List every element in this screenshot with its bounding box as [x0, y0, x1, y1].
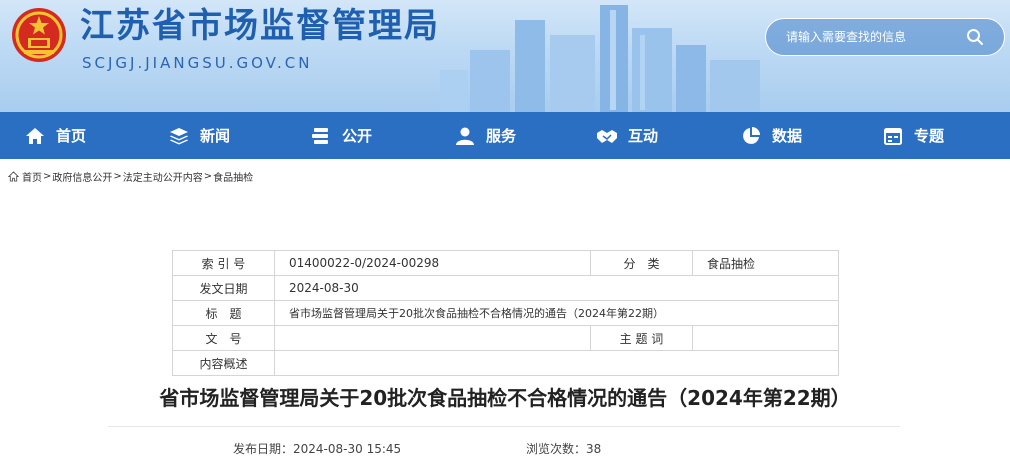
- breadcrumb: 首页 > 政府信息公开 > 法定主动公开内容 > 食品抽检: [8, 168, 253, 184]
- table-row: 标 题 省市场监督管理局关于20批次食品抽检不合格情况的通告（2024年第22期…: [172, 300, 839, 326]
- document-info-table: 索 引 号 01400022-0/2024-00298 分 类 食品抽检 发文日…: [172, 250, 839, 376]
- nav-item-label: 首页: [56, 127, 87, 145]
- summary-value: [274, 350, 839, 376]
- home-icon: [8, 170, 19, 182]
- pie-chart-icon: [743, 126, 760, 144]
- nav-item-label: 专题: [914, 127, 945, 145]
- nav-item-label: 数据: [772, 127, 803, 145]
- layers-icon: [170, 127, 188, 144]
- publish-date-value: 2024-08-30 15:45: [293, 442, 402, 456]
- publish-date-label: 发布日期：: [233, 442, 294, 456]
- home-icon: [26, 127, 44, 144]
- view-count-label: 浏览次数：: [526, 442, 587, 456]
- site-title[interactable]: 江苏省市场监督管理局: [80, 4, 440, 48]
- nav-item-label: 服务: [486, 127, 517, 145]
- date-label: 发文日期: [172, 275, 275, 301]
- nav-item-service[interactable]: 服务: [454, 112, 516, 159]
- title-label: 标 题: [172, 300, 275, 326]
- site-domain: SCJGJ.JIANGSU.GOV.CN: [82, 54, 313, 72]
- nav-item-label: 互动: [628, 127, 659, 145]
- breadcrumb-link-gov-info[interactable]: 政府信息公开: [52, 169, 112, 184]
- site-header: 江苏省市场监督管理局 SCJGJ.JIANGSU.GOV.CN: [0, 0, 1010, 112]
- view-count: 浏览次数：38: [526, 440, 601, 457]
- breadcrumb-link-statutory[interactable]: 法定主动公开内容: [123, 169, 203, 184]
- breadcrumb-link-home[interactable]: 首页: [22, 169, 42, 184]
- breadcrumb-separator: >: [203, 170, 213, 182]
- breadcrumb-link-food-inspection[interactable]: 食品抽检: [213, 169, 253, 184]
- table-row: 文 号 主 题 词: [172, 325, 839, 351]
- publish-date: 发布日期：2024-08-30 15:45: [233, 440, 401, 457]
- search-box: [765, 18, 1005, 56]
- subject-value: [692, 325, 839, 351]
- breadcrumb-separator: >: [113, 170, 122, 182]
- nav-item-news[interactable]: 新闻: [168, 112, 230, 159]
- view-count-value: 38: [586, 442, 602, 456]
- divider: [108, 426, 900, 427]
- table-row: 发文日期 2024-08-30: [172, 275, 839, 301]
- nav-item-public[interactable]: 公开: [310, 112, 372, 159]
- title-value: 省市场监督管理局关于20批次食品抽检不合格情况的通告（2024年第22期）: [274, 300, 839, 326]
- main-nav: 首页 新闻 公开 服务 互动 数据 专题: [0, 112, 1010, 159]
- summary-label: 内容概述: [172, 350, 275, 376]
- index-label: 索 引 号: [172, 250, 275, 276]
- nav-item-data[interactable]: 数据: [740, 112, 802, 159]
- doc-number-label: 文 号: [172, 325, 275, 351]
- table-row: 索 引 号 01400022-0/2024-00298 分 类 食品抽检: [172, 250, 839, 276]
- breadcrumb-separator: >: [43, 170, 52, 182]
- nav-item-topic[interactable]: 专题: [882, 112, 944, 159]
- search-input[interactable]: [786, 22, 956, 52]
- search-icon[interactable]: [966, 28, 984, 46]
- calendar-icon: [884, 127, 902, 145]
- subject-label: 主 题 词: [590, 325, 693, 351]
- index-value: 01400022-0/2024-00298: [274, 250, 591, 276]
- nav-item-interaction[interactable]: 互动: [596, 112, 658, 159]
- date-value: 2024-08-30: [274, 275, 839, 301]
- stack-icon: [312, 127, 328, 144]
- doc-number-value: [274, 325, 591, 351]
- category-value: 食品抽检: [692, 250, 839, 276]
- nav-item-home[interactable]: 首页: [24, 112, 86, 159]
- category-label: 分 类: [590, 250, 693, 276]
- nav-item-label: 公开: [342, 127, 373, 145]
- article-title: 省市场监督管理局关于20批次食品抽检不合格情况的通告（2024年第22期）: [159, 386, 851, 410]
- handshake-icon: [597, 129, 617, 143]
- national-emblem-icon: [12, 8, 66, 62]
- user-icon: [456, 127, 474, 145]
- table-row: 内容概述: [172, 350, 839, 376]
- nav-item-label: 新闻: [200, 127, 231, 145]
